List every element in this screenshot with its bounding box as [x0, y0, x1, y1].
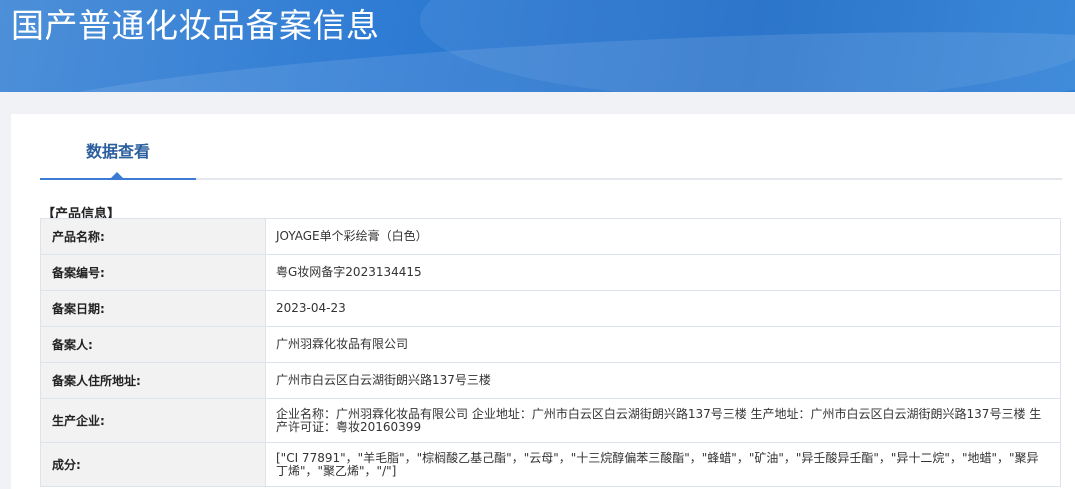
tab-bar: 数据查看 — [40, 114, 1062, 180]
content-panel: 数据查看 【产品信息】 产品名称: JOYAGE单个彩绘膏（白色） 备案编号: … — [11, 114, 1075, 489]
table-row: 备案日期: 2023-04-23 — [40, 290, 1061, 327]
table-row: 成分: ["CI 77891"，"羊毛脂"，"棕榈酸乙基己酯"，"云母"，"十三… — [40, 442, 1061, 487]
tab-data-view[interactable]: 数据查看 — [40, 114, 196, 180]
table-row: 备案编号: 粤G妆网备字2023134415 — [40, 254, 1061, 291]
product-info-table: 产品名称: JOYAGE单个彩绘膏（白色） 备案编号: 粤G妆网备字202313… — [40, 218, 1061, 487]
field-value: ["CI 77891"，"羊毛脂"，"棕榈酸乙基己酯"，"云母"，"十三烷醇偏苯… — [265, 442, 1061, 487]
field-label: 成分: — [40, 442, 266, 487]
table-row: 产品名称: JOYAGE单个彩绘膏（白色） — [40, 218, 1061, 255]
field-label: 备案日期: — [40, 290, 266, 327]
field-value: 广州羽霖化妆品有限公司 — [265, 326, 1061, 363]
tab-label: 数据查看 — [85, 142, 150, 161]
field-label: 备案人: — [40, 326, 266, 363]
field-label: 产品名称: — [40, 218, 266, 255]
field-value: 广州市白云区白云湖街朗兴路137号三楼 — [265, 362, 1061, 399]
page-title: 国产普通化妆品备案信息 — [11, 6, 380, 45]
field-label: 生产企业: — [40, 398, 266, 443]
field-value: 企业名称：广州羽霖化妆品有限公司 企业地址：广州市白云区白云湖街朗兴路137号三… — [265, 398, 1061, 443]
table-row: 备案人住所地址: 广州市白云区白云湖街朗兴路137号三楼 — [40, 362, 1061, 399]
caret-up-icon — [110, 172, 124, 179]
header-banner: 国产普通化妆品备案信息 — [0, 0, 1075, 92]
field-value: 粤G妆网备字2023134415 — [265, 254, 1061, 291]
table-row: 备案人: 广州羽霖化妆品有限公司 — [40, 326, 1061, 363]
field-label: 备案编号: — [40, 254, 266, 291]
table-row: 生产企业: 企业名称：广州羽霖化妆品有限公司 企业地址：广州市白云区白云湖街朗兴… — [40, 398, 1061, 443]
field-value: JOYAGE单个彩绘膏（白色） — [265, 218, 1061, 255]
field-label: 备案人住所地址: — [40, 362, 266, 399]
field-value: 2023-04-23 — [265, 290, 1061, 327]
